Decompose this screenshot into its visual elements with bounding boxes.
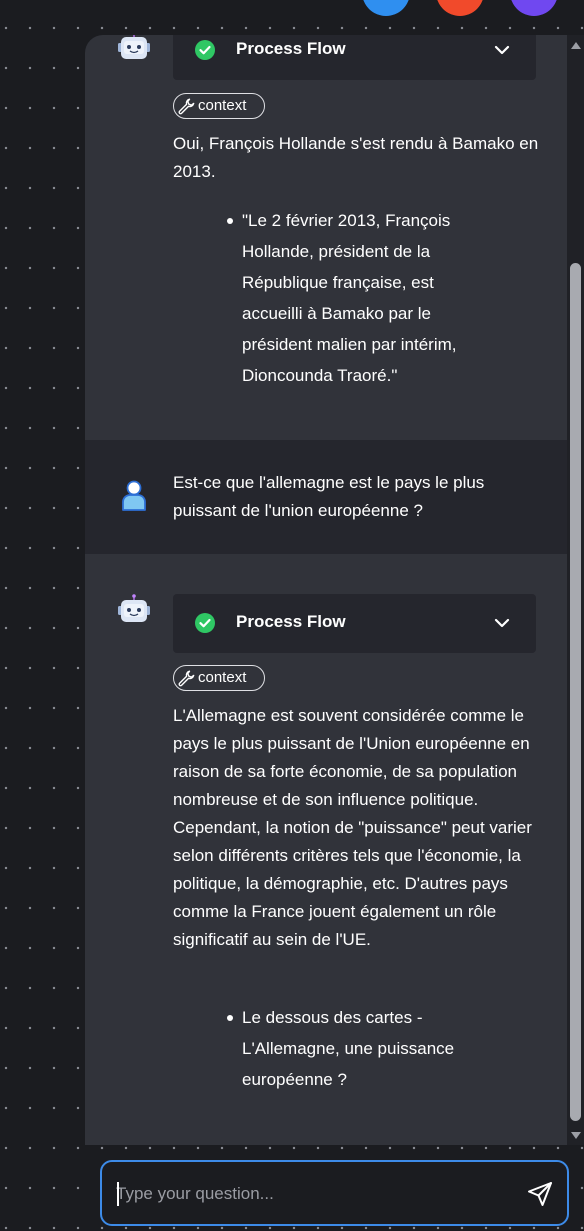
user-message-text: Est-ce que l'allemagne est le pays le pl… bbox=[173, 473, 485, 520]
bot-message-text: L'Allemagne est souvent considérée comme… bbox=[173, 706, 532, 949]
process-flow-panel[interactable]: Process Flow bbox=[173, 594, 536, 653]
send-icon[interactable] bbox=[526, 1180, 554, 1208]
robot-icon bbox=[118, 594, 150, 622]
bullet-dot bbox=[227, 218, 233, 224]
scroll-down-icon[interactable] bbox=[571, 1132, 581, 1139]
list-item-text: "Le 2 février 2013, François Hollande, p… bbox=[242, 211, 457, 385]
bot-message: Process Flow context L'Allemagne est sou… bbox=[85, 554, 567, 1145]
top-red-button[interactable] bbox=[436, 0, 484, 16]
chevron-down-icon[interactable] bbox=[493, 41, 511, 59]
check-circle-icon bbox=[195, 613, 215, 633]
process-flow-label: Process Flow bbox=[236, 612, 346, 631]
wrench-icon bbox=[178, 98, 195, 115]
context-badge[interactable]: context bbox=[173, 93, 265, 119]
wrench-icon bbox=[178, 670, 195, 687]
process-flow-panel[interactable]: Process Flow bbox=[173, 35, 536, 80]
question-input-box[interactable] bbox=[100, 1160, 569, 1226]
context-label: context bbox=[198, 97, 247, 114]
page: Process Flow context Oui, François Holla… bbox=[0, 0, 584, 1231]
text-caret bbox=[117, 1182, 119, 1206]
robot-icon bbox=[118, 35, 150, 59]
scrollbar[interactable] bbox=[567, 35, 584, 1145]
bullet-dot bbox=[227, 1015, 233, 1021]
top-blue-button[interactable] bbox=[362, 0, 410, 16]
context-label: context bbox=[198, 669, 247, 686]
scrollbar-thumb[interactable] bbox=[570, 263, 581, 1121]
check-circle-icon bbox=[195, 40, 215, 60]
scroll-up-icon[interactable] bbox=[571, 42, 581, 49]
chevron-down-icon[interactable] bbox=[493, 614, 511, 632]
top-purple-button[interactable] bbox=[510, 0, 558, 16]
user-message: Est-ce que l'allemagne est le pays le pl… bbox=[85, 440, 567, 554]
list-item: Le dessous des cartes - L'Allemagne, une… bbox=[227, 1002, 478, 1095]
question-input[interactable] bbox=[116, 1180, 506, 1208]
bot-message-text: Oui, François Hollande s'est rendu à Bam… bbox=[173, 134, 539, 181]
user-icon bbox=[122, 480, 146, 511]
bot-message: Process Flow context Oui, François Holla… bbox=[85, 35, 567, 440]
process-flow-label: Process Flow bbox=[236, 39, 346, 58]
list-item-text: Le dessous des cartes - L'Allemagne, une… bbox=[242, 1008, 455, 1089]
context-badge[interactable]: context bbox=[173, 665, 265, 691]
chat-panel: Process Flow context Oui, François Holla… bbox=[85, 35, 567, 1145]
list-item: "Le 2 février 2013, François Hollande, p… bbox=[227, 205, 478, 391]
